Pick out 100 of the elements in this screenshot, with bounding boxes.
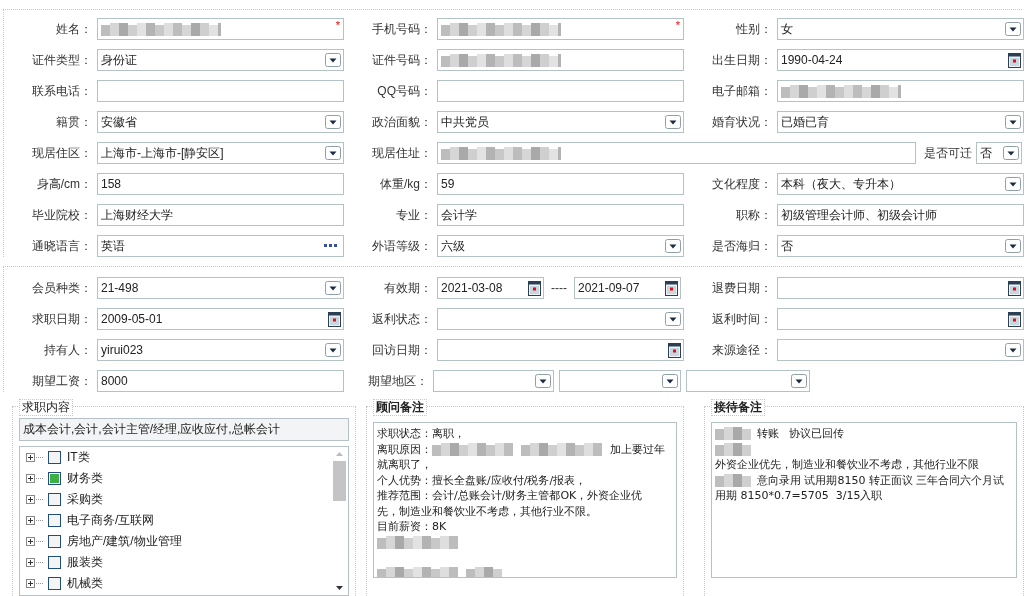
input-field[interactable] — [437, 142, 916, 164]
notes-textarea[interactable]: 求职状态：离职， 离职原因： 加上要过年 就离职了， 个人优势：擅长全盘账/应收付/税务/报表， 推荐范围：会计/总账会计/财务主管都OK，外资企业优 先，制造业和餐饮业不考虑，其他行业不限。 目前薪资：8K — [373, 422, 677, 578]
expand-icon[interactable] — [26, 495, 43, 504]
select-field[interactable] — [686, 370, 810, 392]
checkbox[interactable] — [48, 556, 61, 569]
field-label: 电子邮箱： — [711, 82, 773, 100]
note-text: 加上要过年 — [610, 441, 665, 457]
range-separator: ---- — [551, 281, 567, 295]
field-label: 身高/cm： — [35, 175, 93, 193]
calendar-icon[interactable] — [1008, 311, 1021, 327]
note-text: 个人优势：擅长全盘账/应收付/税务/报表， — [377, 472, 587, 488]
select-field[interactable]: 已婚已育 — [777, 111, 1024, 133]
calendar-icon[interactable] — [528, 280, 541, 296]
summary-field[interactable]: 成本会计,会计,会计主管/经理,应收应付,总帐会计 — [19, 418, 349, 441]
select-field[interactable]: yirui023 — [97, 339, 344, 361]
input-field[interactable]: 会计学 — [437, 204, 684, 226]
calendar-icon[interactable] — [665, 280, 678, 296]
field-label: 回访日期： — [371, 341, 433, 359]
checkbox[interactable] — [48, 577, 61, 590]
input-field[interactable]: * — [437, 18, 684, 40]
blurred-text-drawing — [715, 473, 751, 487]
select-field[interactable] — [437, 308, 684, 330]
calendar-icon[interactable] — [1008, 280, 1021, 296]
note-text: 目前薪资：8K — [377, 519, 447, 535]
calendar-icon[interactable] — [328, 311, 341, 327]
date-field[interactable] — [437, 339, 684, 361]
date-field[interactable]: 2021-09-07 — [574, 277, 681, 299]
tree-item[interactable]: 电子商务/互联网 — [67, 512, 155, 529]
field-label: 姓名： — [55, 20, 93, 38]
select-field[interactable]: 否 — [976, 142, 1022, 164]
date-field[interactable] — [777, 277, 1024, 299]
input-field[interactable] — [97, 80, 344, 102]
input-field[interactable] — [437, 49, 684, 71]
input-field[interactable]: 初级管理会计师、初级会计师 — [777, 204, 1024, 226]
expand-icon[interactable] — [26, 537, 43, 546]
tree-item[interactable]: 机械类 — [67, 575, 103, 592]
field-label: 专业： — [395, 206, 433, 224]
input-field[interactable]: 59 — [437, 173, 684, 195]
note-text: 转账 协议已回传 — [757, 426, 845, 442]
select-field[interactable]: 中共党员 — [437, 111, 684, 133]
select-field[interactable]: 身份证 — [97, 49, 344, 71]
checkbox[interactable] — [48, 493, 61, 506]
expand-icon[interactable] — [26, 453, 43, 462]
tree-item[interactable]: 采购类 — [67, 491, 103, 508]
note-text: 求职状态：离职， — [377, 426, 465, 442]
field-label: 政治面貌： — [371, 113, 433, 131]
field-label: 返利时间： — [711, 310, 773, 328]
ellipsis-icon[interactable] — [324, 244, 338, 248]
expand-icon[interactable] — [26, 579, 43, 588]
input-field[interactable] — [437, 80, 684, 102]
date-field[interactable]: 2009-05-01 — [97, 308, 344, 330]
date-field[interactable]: 2021-03-08 — [437, 277, 544, 299]
checkbox[interactable] — [48, 451, 61, 464]
select-field[interactable] — [777, 339, 1024, 361]
checkbox[interactable] — [48, 514, 61, 527]
notes-textarea[interactable]: 转账 协议已回传 外资企业优先，制造业和餐饮业不考虑，其他行业不限 意向录用 试用期8150 转正面议 三年合同六个月试 用期 8150*0.7=5705 3/15入职 — [711, 422, 1017, 578]
date-field[interactable] — [777, 308, 1024, 330]
field-label: 期望工资： — [31, 372, 93, 390]
select-field[interactable] — [433, 370, 554, 392]
checkbox[interactable] — [48, 535, 61, 548]
select-field[interactable]: 女 — [777, 18, 1024, 40]
field-label: QQ号码： — [376, 82, 433, 100]
lookup-field[interactable]: 英语 — [97, 235, 344, 257]
select-field[interactable]: 上海市-上海市-[静安区] — [97, 142, 344, 164]
tree-item[interactable]: 财务类 — [67, 470, 103, 487]
field-label: 出生日期： — [711, 51, 773, 69]
calendar-icon[interactable] — [1008, 52, 1021, 68]
field-label: 会员种类： — [31, 279, 93, 297]
field-label: 体重/kg： — [379, 175, 433, 193]
expand-icon[interactable] — [26, 558, 43, 567]
select-field[interactable]: 六级 — [437, 235, 684, 257]
select-field[interactable] — [559, 370, 681, 392]
input-field[interactable]: * — [97, 18, 344, 40]
field-label: 通晓语言： — [31, 237, 93, 255]
date-field[interactable]: 1990-04-24 — [777, 49, 1024, 71]
field-label: 期望地区： — [367, 372, 429, 390]
input-field[interactable] — [777, 80, 1024, 102]
tree-item[interactable]: 服装类 — [67, 554, 103, 571]
select-field[interactable]: 21-498 — [97, 277, 344, 299]
required-mark: * — [675, 19, 680, 31]
input-field[interactable]: 上海财经大学 — [97, 204, 344, 226]
checkbox[interactable] — [48, 472, 61, 485]
expand-icon[interactable] — [26, 474, 43, 483]
select-field[interactable]: 安徽省 — [97, 111, 344, 133]
input-field[interactable]: 8000 — [97, 370, 344, 392]
field-label: 证件号码： — [371, 51, 433, 69]
field-label: 联系电话： — [31, 82, 93, 100]
field-label: 性别： — [735, 20, 773, 38]
calendar-icon[interactable] — [668, 342, 681, 358]
scroll-thumb[interactable] — [333, 461, 346, 501]
select-field[interactable]: 本科（夜大、专升本） — [777, 173, 1024, 195]
tree-item[interactable]: 房地产/建筑/物业管理 — [67, 533, 182, 550]
field-label: 有效期： — [383, 279, 433, 297]
note-text: 外资企业优先，制造业和餐饮业不考虑，其他行业不限 — [715, 457, 979, 473]
input-field[interactable]: 158 — [97, 173, 344, 195]
note-text: 意向录用 试用期8150 转正面议 三年合同六个月试 — [757, 472, 1005, 488]
select-field[interactable]: 否 — [777, 235, 1024, 257]
expand-icon[interactable] — [26, 516, 43, 525]
tree-item[interactable]: IT类 — [67, 449, 90, 466]
field-label: 现居住址： — [371, 144, 433, 162]
